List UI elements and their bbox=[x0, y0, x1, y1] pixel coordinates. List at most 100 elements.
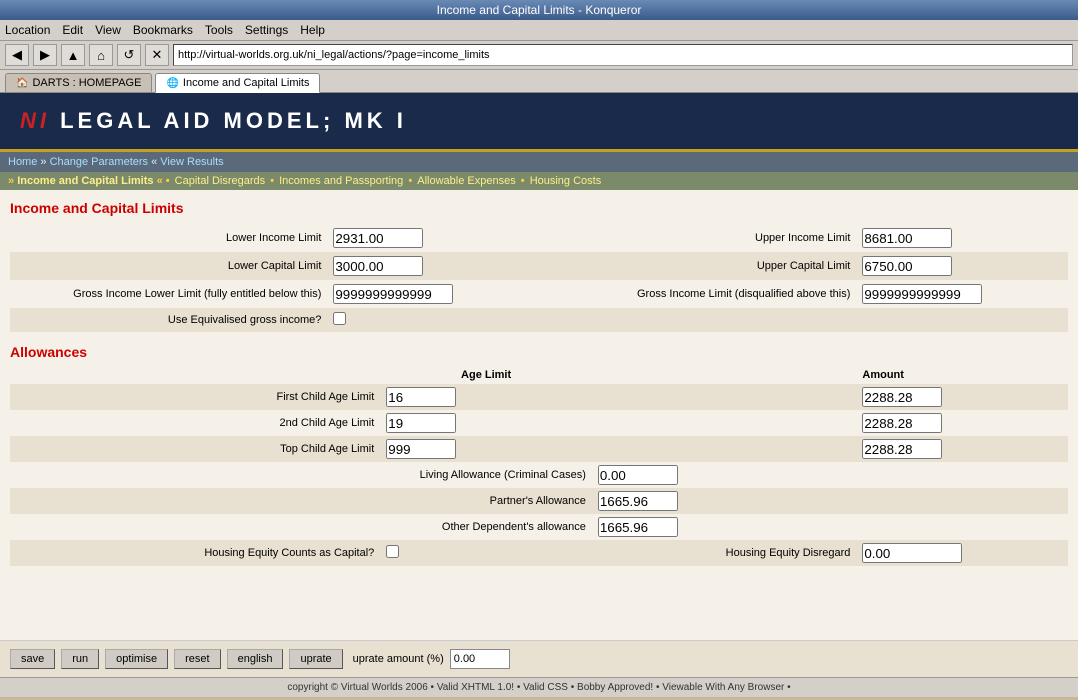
stop-button[interactable]: ✕ bbox=[145, 44, 169, 66]
partners-allowance-row: Partner's Allowance bbox=[10, 488, 1068, 514]
reset-button[interactable]: reset bbox=[174, 649, 220, 669]
first-child-amount-cell bbox=[856, 384, 1068, 410]
upper-income-input[interactable] bbox=[862, 228, 952, 248]
living-allowance-label: Living Allowance (Criminal Cases) bbox=[10, 462, 592, 488]
partners-allowance-label: Partner's Allowance bbox=[10, 488, 592, 514]
uprate-amount-label: uprate amount (%) bbox=[353, 653, 444, 665]
second-child-age-input[interactable] bbox=[386, 413, 456, 433]
income-capital-table: Lower Income Limit Upper Income Limit Lo… bbox=[10, 224, 1068, 332]
subnav-current: Income and Capital Limits bbox=[17, 175, 153, 187]
gross-income-upper-input-cell bbox=[856, 280, 1068, 308]
menu-help[interactable]: Help bbox=[300, 23, 325, 37]
first-child-row: First Child Age Limit bbox=[10, 384, 1068, 410]
tab-bar: 🏠DARTS : HOMEPAGE 🌐Income and Capital Li… bbox=[0, 70, 1078, 93]
living-allowance-input[interactable] bbox=[598, 465, 678, 485]
second-child-label: 2nd Child Age Limit bbox=[10, 410, 380, 436]
housing-equity-capital-checkbox[interactable] bbox=[386, 545, 399, 558]
banner-ni: NI bbox=[20, 108, 50, 133]
menu-view[interactable]: View bbox=[95, 23, 121, 37]
banner: NI LEGAL AID MODEL; MK I bbox=[0, 93, 1078, 152]
lower-capital-input[interactable] bbox=[333, 256, 423, 276]
breadcrumb-view-results[interactable]: View Results bbox=[160, 156, 223, 168]
equivalised-row: Use Equivalised gross income? bbox=[10, 308, 1068, 332]
subnav-separator: » bbox=[8, 175, 14, 187]
age-amount-header-row: Age Limit Amount bbox=[10, 366, 1068, 384]
lower-capital-label: Lower Capital Limit bbox=[10, 252, 327, 280]
menu-bookmarks[interactable]: Bookmarks bbox=[133, 23, 193, 37]
other-dependents-input[interactable] bbox=[598, 517, 678, 537]
top-child-label: Top Child Age Limit bbox=[10, 436, 380, 462]
lower-capital-input-cell bbox=[327, 252, 539, 280]
footer-bar: copyright © Virtual Worlds 2006 • Valid … bbox=[0, 677, 1078, 697]
gross-income-lower-input-cell bbox=[327, 280, 539, 308]
partners-allowance-input[interactable] bbox=[598, 491, 678, 511]
subnav-incomes-passporting[interactable]: Incomes and Passporting bbox=[279, 175, 403, 187]
upper-capital-input[interactable] bbox=[862, 256, 952, 276]
menu-tools[interactable]: Tools bbox=[205, 23, 233, 37]
second-child-row: 2nd Child Age Limit bbox=[10, 410, 1068, 436]
up-button[interactable]: ▲ bbox=[61, 44, 85, 66]
housing-equity-capital-label: Housing Equity Counts as Capital? bbox=[10, 540, 380, 566]
address-input[interactable] bbox=[173, 44, 1073, 66]
banner-title: LEGAL AID MODEL; MK I bbox=[50, 108, 407, 133]
other-dependents-input-cell bbox=[592, 514, 1068, 540]
tab-icon-income: 🌐 bbox=[166, 78, 178, 89]
gross-income-lower-input[interactable] bbox=[333, 284, 453, 304]
living-allowance-input-cell bbox=[592, 462, 1068, 488]
housing-equity-disregard-input-cell bbox=[856, 540, 1068, 566]
menu-location[interactable]: Location bbox=[5, 23, 50, 37]
top-child-amount-input[interactable] bbox=[862, 439, 942, 459]
breadcrumb: Home » Change Parameters « View Results bbox=[0, 152, 1078, 172]
tab-income-capital-limits[interactable]: 🌐Income and Capital Limits bbox=[155, 73, 320, 93]
lower-income-input[interactable] bbox=[333, 228, 423, 248]
menu-bar: Location Edit View Bookmarks Tools Setti… bbox=[0, 20, 1078, 41]
first-child-amount-input[interactable] bbox=[862, 387, 942, 407]
upper-income-input-cell bbox=[856, 224, 1068, 252]
gross-income-upper-input[interactable] bbox=[862, 284, 982, 304]
english-button[interactable]: english bbox=[227, 649, 284, 669]
first-child-age-input[interactable] bbox=[386, 387, 456, 407]
tab-icon-darts: 🏠 bbox=[16, 78, 28, 89]
title-text: Income and Capital Limits - Konqueror bbox=[437, 3, 642, 17]
housing-equity-disregard-label: Housing Equity Disregard bbox=[592, 540, 857, 566]
living-allowance-row: Living Allowance (Criminal Cases) bbox=[10, 462, 1068, 488]
subnav-capital-disregards[interactable]: Capital Disregards bbox=[175, 175, 265, 187]
lower-income-label: Lower Income Limit bbox=[10, 224, 327, 252]
home-button[interactable]: ⌂ bbox=[89, 44, 113, 66]
tab-darts-homepage[interactable]: 🏠DARTS : HOMEPAGE bbox=[5, 73, 152, 92]
second-child-amount-input[interactable] bbox=[862, 413, 942, 433]
title-bar: Income and Capital Limits - Konqueror bbox=[0, 0, 1078, 20]
breadcrumb-home[interactable]: Home bbox=[8, 156, 37, 168]
upper-income-label: Upper Income Limit bbox=[539, 224, 856, 252]
equivalised-checkbox[interactable] bbox=[333, 312, 346, 325]
menu-edit[interactable]: Edit bbox=[62, 23, 83, 37]
second-child-age-cell bbox=[380, 410, 592, 436]
top-child-age-input[interactable] bbox=[386, 439, 456, 459]
run-button[interactable]: run bbox=[61, 649, 99, 669]
uprate-button[interactable]: uprate bbox=[289, 649, 342, 669]
subnav-allowable-expenses[interactable]: Allowable Expenses bbox=[417, 175, 515, 187]
menu-settings[interactable]: Settings bbox=[245, 23, 288, 37]
other-dependents-row: Other Dependent's allowance bbox=[10, 514, 1068, 540]
back-button[interactable]: ◀ bbox=[5, 44, 29, 66]
allowances-title: Allowances bbox=[10, 344, 1068, 360]
optimise-button[interactable]: optimise bbox=[105, 649, 168, 669]
refresh-button[interactable]: ↺ bbox=[117, 44, 141, 66]
save-button[interactable]: save bbox=[10, 649, 55, 669]
amount-header: Amount bbox=[856, 366, 1068, 384]
gross-income-upper-label: Gross Income Limit (disqualified above t… bbox=[539, 280, 856, 308]
main-content: Income and Capital Limits Lower Income L… bbox=[0, 190, 1078, 640]
upper-capital-label: Upper Capital Limit bbox=[539, 252, 856, 280]
equivalised-label: Use Equivalised gross income? bbox=[10, 308, 327, 332]
age-amount-table: Age Limit Amount First Child Age Limit 2… bbox=[10, 366, 1068, 566]
forward-button[interactable]: ▶ bbox=[33, 44, 57, 66]
lower-upper-income-row: Lower Income Limit Upper Income Limit bbox=[10, 224, 1068, 252]
subnav-housing-costs[interactable]: Housing Costs bbox=[530, 175, 602, 187]
upper-capital-input-cell bbox=[856, 252, 1068, 280]
top-child-row: Top Child Age Limit bbox=[10, 436, 1068, 462]
uprate-amount-input[interactable] bbox=[450, 649, 510, 669]
top-child-amount-cell bbox=[856, 436, 1068, 462]
breadcrumb-change-params[interactable]: Change Parameters bbox=[50, 156, 148, 168]
housing-equity-disregard-input[interactable] bbox=[862, 543, 962, 563]
toolbar: ◀ ▶ ▲ ⌂ ↺ ✕ bbox=[0, 41, 1078, 70]
